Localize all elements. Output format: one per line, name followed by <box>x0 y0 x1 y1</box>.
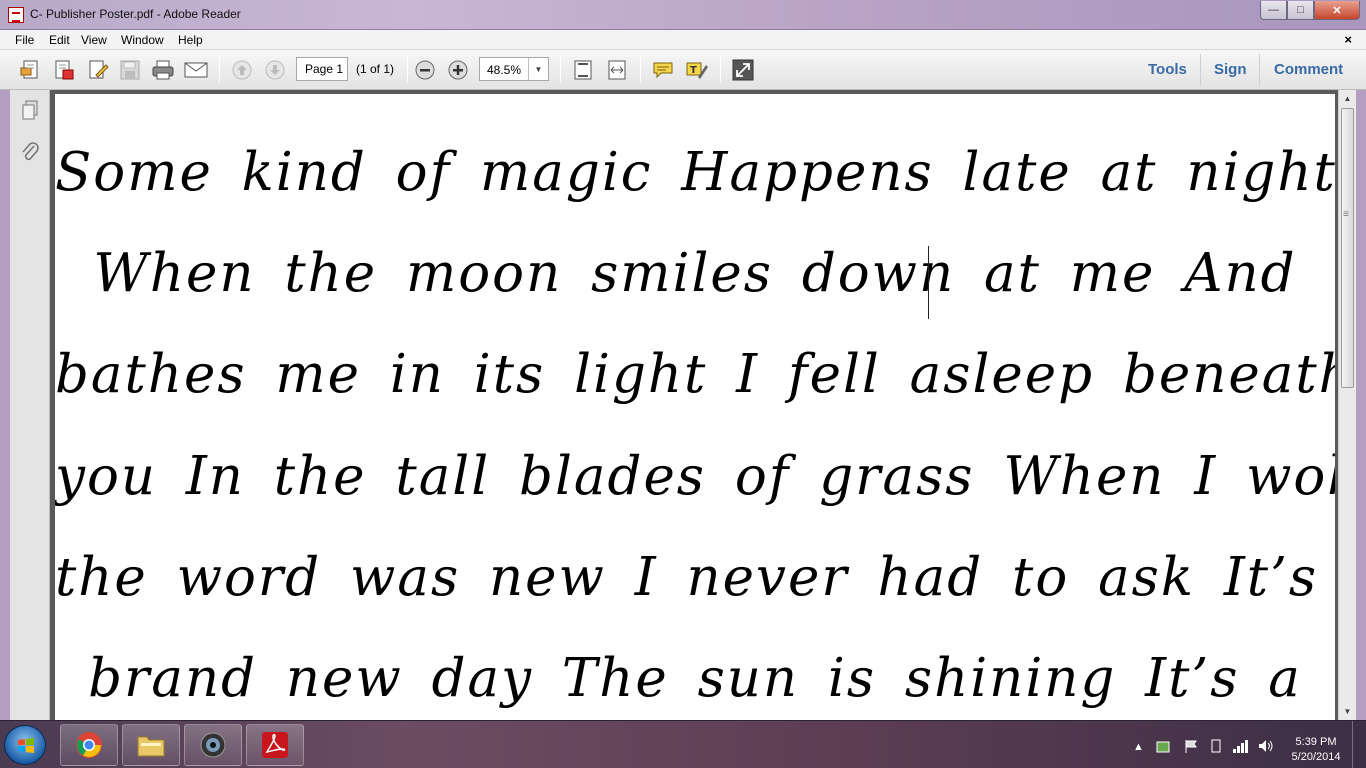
taskbar-file-explorer[interactable] <box>122 724 180 766</box>
lyric-line: brand new day The sun is shining It’s a <box>88 648 1302 709</box>
zoom-in-icon[interactable] <box>446 58 470 82</box>
window-frame-right <box>1356 90 1366 720</box>
action-center-flag-icon[interactable] <box>1183 738 1199 754</box>
adobe-reader-icon <box>262 732 288 758</box>
close-document-button[interactable]: × <box>1344 32 1352 47</box>
email-icon[interactable] <box>184 58 208 82</box>
scroll-down-arrow[interactable]: ▼ <box>1339 703 1356 720</box>
zoom-value[interactable]: 48.5% <box>487 63 521 77</box>
maximize-button[interactable]: □ <box>1287 1 1314 20</box>
volume-icon[interactable] <box>1257 738 1275 754</box>
svg-text:T: T <box>690 65 697 76</box>
window-controls: — □ ✕ <box>1260 1 1360 20</box>
save-icon[interactable] <box>118 58 142 82</box>
edit-pdf-icon[interactable] <box>86 58 110 82</box>
page-number-field[interactable]: Page 1 <box>296 57 348 81</box>
windows-logo-icon <box>18 738 34 753</box>
lyric-line: Some kind of magic Happens late at night <box>55 142 1335 203</box>
menu-view[interactable]: View <box>81 33 107 47</box>
sticky-note-icon[interactable] <box>651 58 675 82</box>
previous-page-icon[interactable] <box>230 58 254 82</box>
tools-pane-button[interactable]: Tools <box>1148 61 1187 78</box>
window-title: C- Publisher Poster.pdf - Adobe Reader <box>30 7 241 21</box>
export-pdf-icon[interactable] <box>52 58 76 82</box>
scroll-grip-icon: ≡ <box>1343 209 1349 220</box>
start-button[interactable] <box>4 725 46 765</box>
lyric-line: the word was new I never had to ask It’s… <box>55 547 1335 608</box>
fit-page-icon[interactable] <box>571 58 595 82</box>
adobe-reader-icon <box>8 7 24 23</box>
zoom-field[interactable]: 48.5% ▼ <box>479 57 549 81</box>
signal-strength-icon[interactable] <box>1232 738 1250 754</box>
full-screen-icon[interactable] <box>731 58 755 82</box>
scroll-thumb[interactable]: ≡ <box>1341 108 1354 388</box>
navigation-pane <box>10 90 50 720</box>
page-count: (1 of 1) <box>356 62 395 76</box>
close-button[interactable]: ✕ <box>1314 1 1360 20</box>
taskbar: ▲ 5:39 PM 5/20/2014 <box>0 720 1366 768</box>
attachments-icon[interactable] <box>18 140 42 164</box>
lyric-line: you In the tall blades of grass When I w… <box>55 446 1335 507</box>
device-icon[interactable] <box>1208 738 1224 754</box>
scroll-up-arrow[interactable]: ▲ <box>1339 90 1356 107</box>
chrome-icon <box>76 732 102 758</box>
title-bar: C- Publisher Poster.pdf - Adobe Reader —… <box>0 0 1366 30</box>
comment-pane-button[interactable]: Comment <box>1274 61 1343 78</box>
zoom-dropdown-arrow[interactable]: ▼ <box>528 58 548 80</box>
show-desktop-button[interactable] <box>1352 721 1366 768</box>
print-icon[interactable] <box>151 58 175 82</box>
window-frame-left <box>0 90 10 720</box>
menu-window[interactable]: Window <box>121 33 164 47</box>
minimize-button[interactable]: — <box>1260 1 1287 20</box>
vertical-scrollbar[interactable]: ▲ ≡ ▼ <box>1338 90 1356 720</box>
zoom-out-icon[interactable] <box>413 58 437 82</box>
next-page-icon[interactable] <box>263 58 287 82</box>
taskbar-adobe-reader[interactable] <box>246 724 304 766</box>
fit-width-icon[interactable] <box>605 58 629 82</box>
menu-help[interactable]: Help <box>178 33 203 47</box>
text-cursor <box>928 246 929 319</box>
document-view: Some kind of magic Happens late at night… <box>50 90 1338 720</box>
create-pdf-icon[interactable] <box>19 58 43 82</box>
sign-pane-button[interactable]: Sign <box>1214 61 1247 78</box>
taskbar-webcam[interactable] <box>184 724 242 766</box>
clock-date: 5/20/2014 <box>1291 751 1341 763</box>
menu-bar: File Edit View Window Help × <box>0 30 1366 50</box>
lyric-line: When the moon smiles down at me And <box>93 243 1297 304</box>
taskbar-chrome[interactable] <box>60 724 118 766</box>
lyric-line: bathes me in its light I fell asleep ben… <box>55 344 1335 405</box>
pdf-page[interactable]: Some kind of magic Happens late at night… <box>55 94 1335 720</box>
network-security-icon[interactable] <box>1155 738 1171 754</box>
clock-time: 5:39 PM <box>1295 736 1337 748</box>
folder-icon <box>137 736 165 757</box>
menu-edit[interactable]: Edit <box>49 33 70 47</box>
camera-icon <box>200 732 226 758</box>
highlight-text-icon[interactable]: T <box>685 58 709 82</box>
page-thumbnails-icon[interactable] <box>18 98 42 122</box>
system-clock[interactable]: 5:39 PM 5/20/2014 <box>1286 735 1346 765</box>
show-hidden-icons-icon[interactable]: ▲ <box>1133 741 1144 753</box>
menu-file[interactable]: File <box>15 33 34 47</box>
